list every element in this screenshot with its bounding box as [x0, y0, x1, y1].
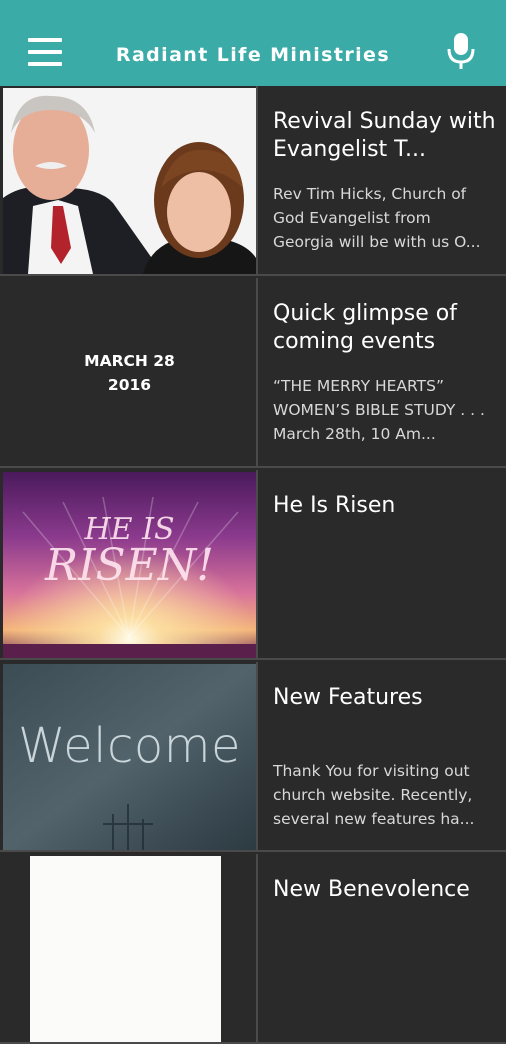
thumb-text-risen: RISEN!: [45, 540, 214, 591]
microphone-icon[interactable]: [446, 32, 476, 70]
feed-item-thumbnail: [3, 88, 256, 274]
feed-item-thumbnail: Welcome: [3, 664, 256, 850]
feed-item-title: Quick glimpse of coming events: [273, 301, 457, 354]
feed-item-title: Revival Sunday with Evangelist T...: [273, 109, 496, 162]
feed-item-description: Rev Tim Hicks, Church of God Evangelist …: [273, 185, 481, 251]
feed-item-description: Thank You for visiting out church websit…: [273, 762, 475, 828]
feed-item-new-features[interactable]: Welcome New Features Thank You for visit…: [0, 662, 506, 852]
thumb-date-line1: MARCH 28: [84, 352, 175, 370]
feed-item-title: New Features: [273, 685, 423, 710]
app-bar: Radiant Life Ministries: [0, 0, 506, 86]
feed-item-he-is-risen[interactable]: HE IS RISEN! He Is Risen: [0, 470, 506, 660]
feed-item-thumbnail: HE IS RISEN!: [3, 472, 256, 658]
feed-item-title: He Is Risen: [273, 493, 396, 518]
feed-item-thumbnail: [3, 856, 256, 1042]
thumb-date-line2: 2016: [107, 376, 152, 394]
feed-item-new-benevolence[interactable]: New Benevolence: [0, 854, 506, 1044]
feed-item-thumbnail: MARCH 28 2016: [3, 280, 256, 466]
feed-item-revival[interactable]: Revival Sunday with Evangelist T... Rev …: [0, 86, 506, 276]
feed-item-description: “THE MERRY HEARTS” WOMEN’S BIBLE STUDY .…: [273, 377, 485, 443]
app-title: Radiant Life Ministries: [115, 44, 391, 66]
thumb-text-welcome: Welcome: [17, 718, 242, 774]
feed-item-coming-events[interactable]: MARCH 28 2016 Quick glimpse of coming ev…: [0, 278, 506, 468]
